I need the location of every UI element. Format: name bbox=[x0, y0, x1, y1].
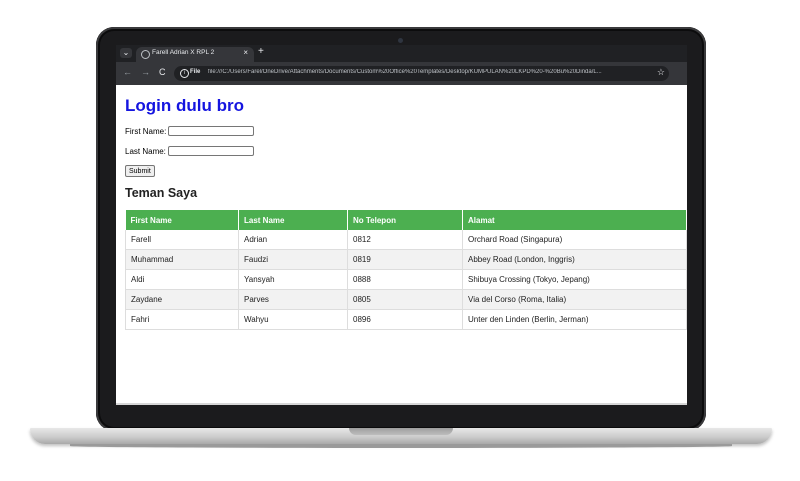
table-row: Muhammad Faudzi 0819 Abbey Road (London,… bbox=[125, 249, 687, 270]
last-name-label: Last Name: bbox=[125, 146, 166, 156]
file-chip: File bbox=[190, 69, 201, 75]
cell-phone: 0805 bbox=[347, 289, 463, 310]
cell-first-name: Farell bbox=[125, 230, 239, 250]
header-last-name: Last Name bbox=[238, 210, 348, 230]
bookmark-star-icon[interactable]: ☆ bbox=[657, 67, 665, 78]
cell-phone: 0896 bbox=[347, 309, 463, 330]
back-button[interactable]: ← bbox=[123, 67, 132, 77]
cell-first-name: Zaydane bbox=[125, 289, 239, 310]
first-name-row: First Name: bbox=[125, 126, 255, 136]
header-address: Alamat bbox=[462, 210, 687, 230]
cell-last-name: Adrian bbox=[238, 230, 348, 250]
cell-last-name: Wahyu bbox=[238, 309, 348, 330]
cell-address: Abbey Road (London, Inggris) bbox=[462, 249, 687, 270]
forward-button[interactable]: → bbox=[141, 67, 150, 77]
tab-title: Farell Adrian X RPL 2 bbox=[152, 49, 215, 56]
tab-bar: ⌄ Farell Adrian X RPL 2 × + bbox=[116, 45, 687, 62]
cell-first-name: Fahri bbox=[125, 309, 239, 330]
friends-table: First Name Last Name No Telepon Alamat F… bbox=[125, 210, 687, 330]
section-title: Teman Saya bbox=[125, 186, 198, 200]
laptop-base-shadow bbox=[70, 444, 732, 448]
header-phone: No Telepon bbox=[347, 210, 463, 230]
page-content: Login dulu bro First Name: Last Name: Su… bbox=[116, 85, 687, 405]
table-header-row: First Name Last Name No Telepon Alamat bbox=[125, 210, 687, 230]
first-name-label: First Name: bbox=[125, 126, 167, 136]
globe-icon bbox=[141, 50, 150, 59]
table-row: Zaydane Parves 0805 Via del Corso (Roma,… bbox=[125, 289, 687, 310]
new-tab-button[interactable]: + bbox=[258, 46, 264, 57]
tab-search-button[interactable]: ⌄ bbox=[120, 48, 132, 58]
cell-address: Orchard Road (Singapura) bbox=[462, 230, 687, 250]
table-row: Fahri Wahyu 0896 Unter den Linden (Berli… bbox=[125, 309, 687, 330]
cell-address: Unter den Linden (Berlin, Jerman) bbox=[462, 309, 687, 330]
webcam-icon bbox=[398, 38, 403, 43]
last-name-input[interactable] bbox=[167, 146, 254, 156]
address-bar[interactable]: i File file:///C:/Users/Farel/OneDrive/A… bbox=[174, 66, 669, 81]
table-row: Farell Adrian 0812 Orchard Road (Singapu… bbox=[125, 230, 687, 250]
page-title: Login dulu bro bbox=[125, 96, 244, 115]
submit-button[interactable]: Submit bbox=[125, 165, 155, 177]
cell-first-name: Muhammad bbox=[125, 249, 239, 270]
laptop-notch bbox=[349, 428, 453, 435]
cell-last-name: Faudzi bbox=[238, 249, 348, 270]
first-name-input[interactable] bbox=[168, 126, 255, 136]
cell-last-name: Yansyah bbox=[238, 269, 348, 290]
cell-address: Via del Corso (Roma, Italia) bbox=[462, 289, 687, 310]
cell-phone: 0819 bbox=[347, 249, 463, 270]
info-icon[interactable]: i bbox=[180, 69, 189, 78]
cell-last-name: Parves bbox=[238, 289, 348, 310]
cell-phone: 0812 bbox=[347, 230, 463, 250]
cell-first-name: Aldi bbox=[125, 269, 239, 290]
url-text[interactable]: file:///C:/Users/Farel/OneDrive/Attachme… bbox=[208, 69, 650, 75]
browser-tab[interactable]: Farell Adrian X RPL 2 × bbox=[136, 47, 254, 62]
cell-address: Shibuya Crossing (Tokyo, Jepang) bbox=[462, 269, 687, 290]
browser-toolbar: ← → C i File file:///C:/Users/Farel/OneD… bbox=[116, 62, 687, 85]
screen-bottom-edge bbox=[116, 403, 687, 405]
browser-window: ⌄ Farell Adrian X RPL 2 × + ← → C i File… bbox=[116, 45, 687, 405]
table-row: Aldi Yansyah 0888 Shibuya Crossing (Toky… bbox=[125, 269, 687, 290]
reload-button[interactable]: C bbox=[159, 67, 166, 77]
header-first-name: First Name bbox=[125, 210, 239, 230]
last-name-row: Last Name: bbox=[125, 146, 254, 156]
tab-close-button[interactable]: × bbox=[243, 48, 248, 57]
cell-phone: 0888 bbox=[347, 269, 463, 290]
